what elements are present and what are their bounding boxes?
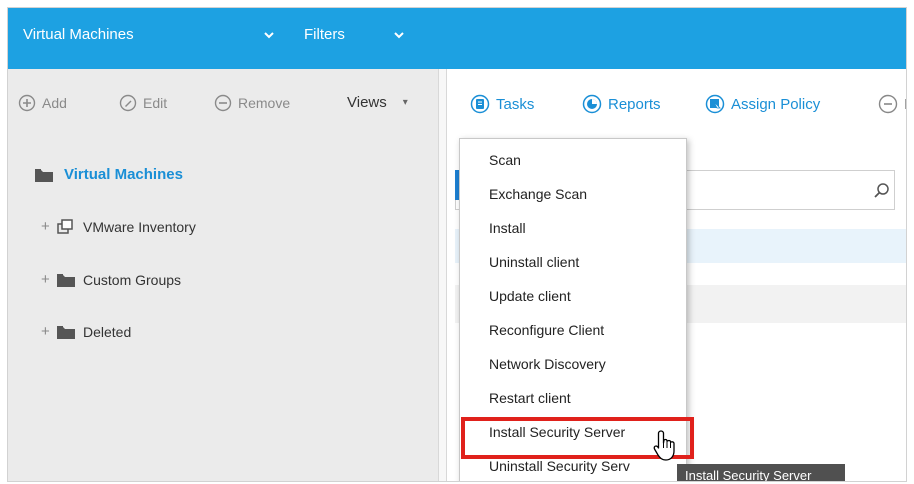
assign-policy-icon	[705, 94, 725, 114]
tree-item-vmware-inventory[interactable]: + VMware Inventory	[41, 218, 196, 235]
expand-icon[interactable]: +	[41, 271, 55, 288]
menu-item-network-discovery[interactable]: Network Discovery	[489, 356, 606, 372]
menu-item-update-client[interactable]: Update client	[489, 288, 571, 304]
tree-item-custom-groups[interactable]: + Custom Groups	[41, 271, 181, 288]
menu-item-exchange-scan[interactable]: Exchange Scan	[489, 186, 587, 202]
tree-item-label: Deleted	[83, 323, 132, 340]
pane-splitter[interactable]	[438, 69, 447, 481]
views-dropdown[interactable]: Views ▾	[347, 94, 408, 111]
vmware-inventory-icon	[57, 218, 73, 234]
menu-item-restart-client[interactable]: Restart client	[489, 390, 571, 406]
folder-icon	[35, 168, 53, 182]
menu-item-uninstall-security-server[interactable]: Uninstall Security Serv	[489, 458, 630, 474]
menu-item-scan[interactable]: Scan	[489, 152, 521, 168]
edit-icon	[119, 94, 137, 112]
tree-root-virtual-machines[interactable]: Virtual Machines	[35, 166, 183, 183]
views-caret-icon: ▾	[402, 97, 408, 108]
assign-policy-label: Assign Policy	[731, 95, 821, 113]
reports-icon	[582, 94, 602, 114]
expand-icon[interactable]: +	[41, 218, 55, 235]
top-bar: Virtual Machines Filters	[8, 8, 906, 69]
menu-item-reconfigure-client[interactable]: Reconfigure Client	[489, 322, 604, 338]
search-icon[interactable]	[873, 182, 891, 200]
add-icon	[18, 94, 36, 112]
tooltip: Install Security Server	[677, 464, 845, 481]
section-selector[interactable]: Virtual Machines	[23, 26, 134, 43]
filters-button[interactable]: Filters	[304, 26, 345, 43]
folder-icon	[57, 325, 75, 339]
add-button[interactable]: Add	[18, 94, 67, 112]
hand-cursor-icon	[653, 430, 675, 461]
tree-item-deleted[interactable]: + Deleted	[41, 323, 131, 340]
tree-item-label: Custom Groups	[83, 271, 182, 288]
expand-icon[interactable]: +	[41, 323, 55, 340]
tasks-icon	[470, 94, 490, 114]
assign-policy-button[interactable]: Assign Policy	[705, 94, 820, 114]
remove-icon	[878, 94, 898, 114]
remove-label: Remove	[238, 95, 291, 111]
tasks-button[interactable]: Tasks	[470, 94, 534, 114]
reports-button[interactable]: Reports	[582, 94, 661, 114]
menu-item-uninstall-client[interactable]: Uninstall client	[489, 254, 579, 270]
tree-root-label: Virtual Machines	[64, 166, 183, 183]
tree-pane: Add Edit Remove Views ▾ Virtual Machines…	[8, 69, 438, 481]
app-window: Virtual Machines Filters Add Edit Remove…	[7, 7, 907, 482]
filters-chevron-icon[interactable]	[392, 28, 406, 42]
chevron-down-icon[interactable]	[262, 28, 276, 42]
add-label: Add	[42, 95, 67, 111]
truncated-toolbar-button[interactable]: D	[878, 94, 906, 114]
remove-icon	[214, 94, 232, 112]
menu-item-install[interactable]: Install	[489, 220, 526, 236]
truncated-label: D	[904, 96, 906, 113]
views-label: Views	[347, 94, 387, 111]
reports-label: Reports	[608, 95, 661, 113]
remove-button[interactable]: Remove	[214, 94, 290, 112]
edit-button[interactable]: Edit	[119, 94, 167, 112]
edit-label: Edit	[143, 95, 168, 111]
tasks-label: Tasks	[496, 95, 535, 113]
folder-icon	[57, 273, 75, 287]
tree-item-label: VMware Inventory	[83, 218, 196, 235]
